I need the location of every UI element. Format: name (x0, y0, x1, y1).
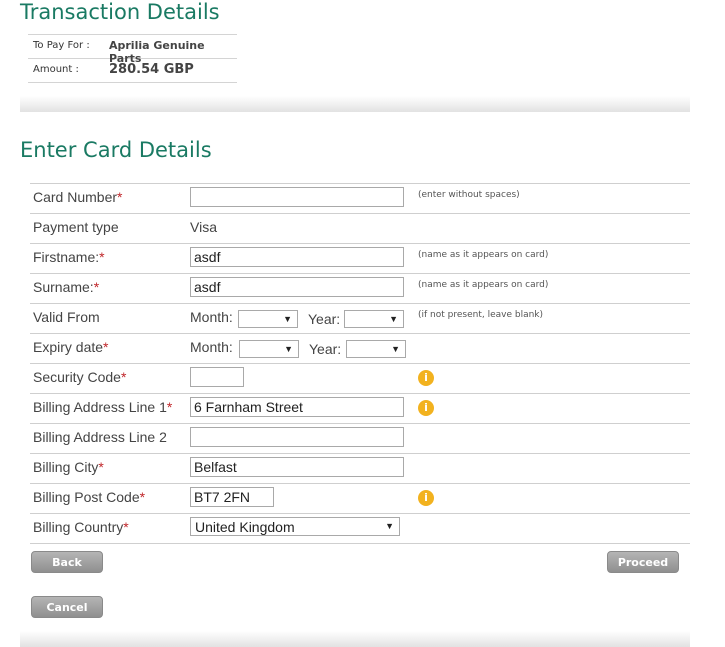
dropdown-arrow-icon: ▼ (385, 521, 394, 531)
valid-from-label: Valid From (33, 309, 100, 325)
address1-label: Billing Address Line 1* (33, 399, 173, 415)
expiry-year-select[interactable]: ▼ (346, 340, 406, 358)
address2-input[interactable] (190, 427, 404, 447)
transaction-summary: To Pay For : Aprilia Genuine Parts Amoun… (28, 34, 237, 83)
payment-type-label: Payment type (33, 219, 119, 235)
valid-from-year-label: Year: (308, 311, 341, 327)
surname-label: Surname:* (33, 279, 100, 295)
expiry-month-select[interactable]: ▼ (239, 340, 299, 358)
valid-from-year-select[interactable]: ▼ (344, 310, 404, 328)
dropdown-arrow-icon: ▼ (284, 344, 293, 354)
city-input[interactable] (190, 457, 404, 477)
payment-type-value: Visa (190, 219, 217, 235)
address1-input[interactable] (190, 397, 404, 417)
card-details-form: Card Number* (enter without spaces) Paym… (30, 183, 690, 544)
to-pay-label: To Pay For : (33, 40, 90, 51)
firstname-label: Firstname:* (33, 249, 105, 265)
country-row: Billing Country* United Kingdom ▼ (30, 514, 690, 544)
postcode-row: Billing Post Code* i (30, 484, 690, 514)
surname-row: Surname:* (name as it appears on card) (30, 274, 690, 304)
card-number-hint: (enter without spaces) (418, 190, 520, 200)
address2-label: Billing Address Line 2 (33, 429, 167, 445)
valid-from-month-label: Month: (190, 309, 233, 325)
firstname-row: Firstname:* (name as it appears on card) (30, 244, 690, 274)
info-icon[interactable]: i (418, 400, 434, 416)
transaction-details-heading: Transaction Details (20, 0, 220, 24)
amount-row: Amount : 280.54 GBP (28, 59, 237, 83)
expiry-year-label: Year: (309, 341, 342, 357)
expiry-month-label: Month: (190, 339, 233, 355)
security-code-label: Security Code* (33, 369, 127, 385)
info-icon[interactable]: i (418, 370, 434, 386)
country-select[interactable]: United Kingdom ▼ (190, 517, 400, 536)
valid-from-hint: (if not present, leave blank) (418, 310, 544, 320)
city-label: Billing City* (33, 459, 104, 475)
address1-row: Billing Address Line 1* i (30, 394, 690, 424)
firstname-input[interactable] (190, 247, 404, 267)
cancel-button[interactable]: Cancel (31, 596, 103, 618)
country-label: Billing Country* (33, 519, 129, 535)
security-code-input[interactable] (190, 367, 244, 387)
to-pay-row: To Pay For : Aprilia Genuine Parts (28, 34, 237, 65)
valid-from-month-select[interactable]: ▼ (238, 310, 298, 328)
postcode-input[interactable] (190, 487, 274, 507)
expiry-label: Expiry date* (33, 339, 109, 355)
card-number-label: Card Number* (33, 189, 123, 205)
expiry-row: Expiry date* Month: ▼ Year: ▼ (30, 334, 690, 364)
amount-value: 280.54 GBP (109, 62, 194, 77)
address2-row: Billing Address Line 2 (30, 424, 690, 454)
section-divider (20, 96, 690, 112)
info-icon[interactable]: i (418, 490, 434, 506)
surname-input[interactable] (190, 277, 404, 297)
payment-type-row: Payment type Visa (30, 214, 690, 244)
card-number-row: Card Number* (enter without spaces) (30, 184, 690, 214)
dropdown-arrow-icon: ▼ (391, 344, 400, 354)
enter-card-details-heading: Enter Card Details (20, 138, 212, 162)
amount-label: Amount : (33, 64, 79, 75)
card-number-input[interactable] (190, 187, 404, 207)
proceed-button[interactable]: Proceed (607, 551, 679, 573)
surname-hint: (name as it appears on card) (418, 280, 549, 290)
back-button[interactable]: Back (31, 551, 103, 573)
city-row: Billing City* (30, 454, 690, 484)
postcode-label: Billing Post Code* (33, 489, 146, 505)
dropdown-arrow-icon: ▼ (283, 314, 292, 324)
firstname-hint: (name as it appears on card) (418, 250, 549, 260)
country-value: United Kingdom (195, 519, 295, 535)
security-code-row: Security Code* i (30, 364, 690, 394)
footer-divider (20, 631, 690, 647)
dropdown-arrow-icon: ▼ (389, 314, 398, 324)
valid-from-row: Valid From Month: ▼ Year: ▼ (if not pres… (30, 304, 690, 334)
